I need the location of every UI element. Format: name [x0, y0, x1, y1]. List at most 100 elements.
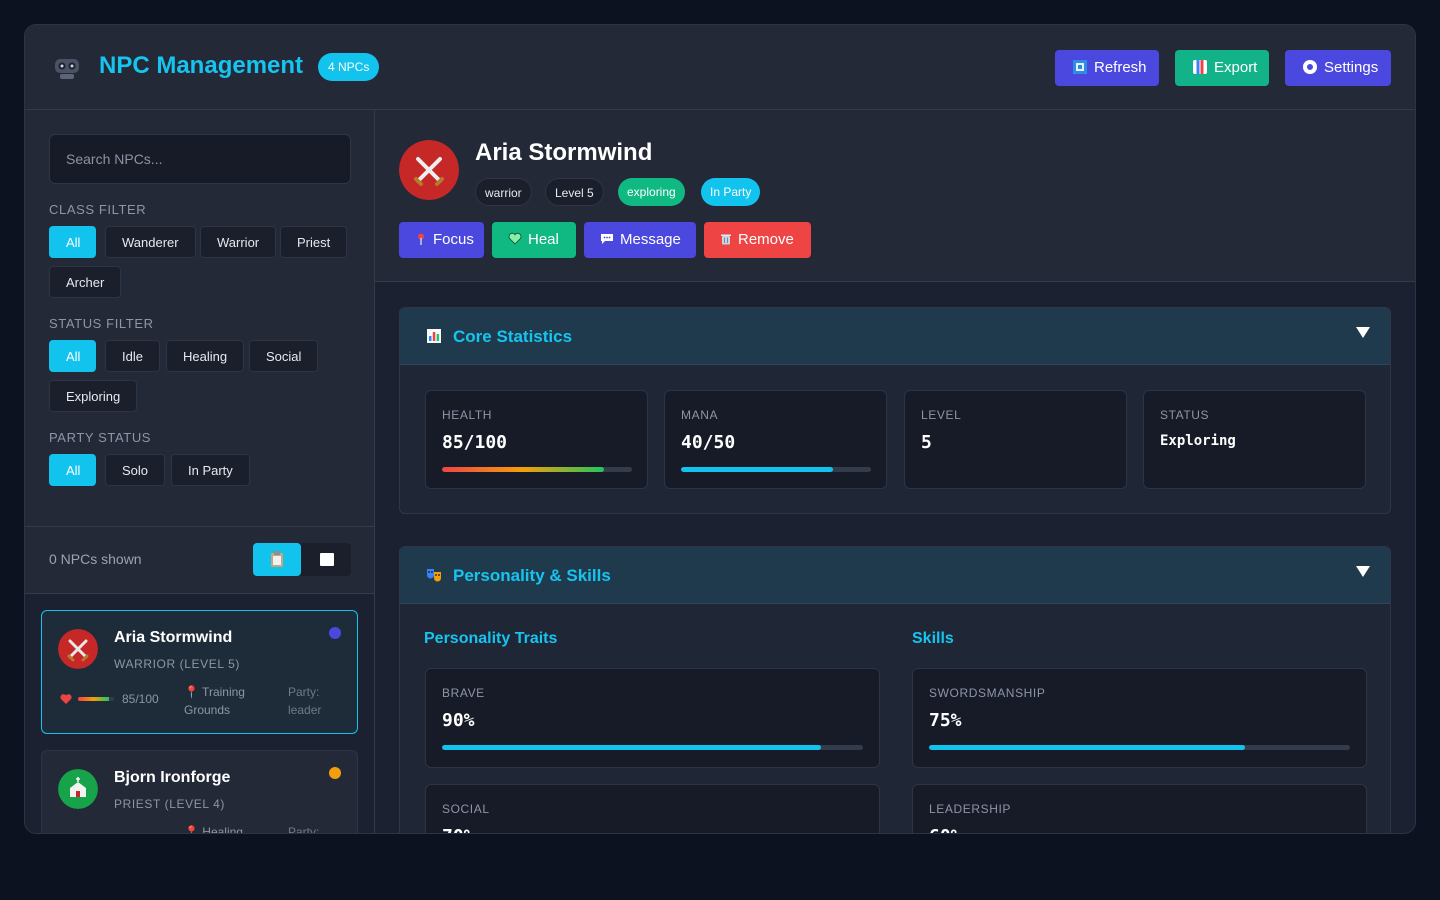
party-filter-all[interactable]: All — [49, 454, 96, 486]
crossed-swords-icon — [399, 140, 459, 200]
view-toggle — [253, 543, 351, 576]
status-dot — [329, 767, 341, 779]
status-filter-idle[interactable]: Idle — [105, 340, 160, 372]
npc-health-text: 85/100 — [122, 692, 159, 706]
party-filter-in-party[interactable]: In Party — [171, 454, 250, 486]
npc-count-badge: 4 NPCs — [318, 53, 380, 81]
remove-button-label: Remove — [738, 231, 794, 248]
grid-view-button[interactable] — [303, 543, 351, 576]
npcs-shown-count: 0 NPCs shown — [49, 551, 142, 567]
heal-button[interactable]: Heal — [492, 222, 576, 258]
skill-bar-fill — [929, 745, 1245, 750]
list-view-button[interactable] — [253, 543, 301, 576]
settings-button[interactable]: Settings — [1285, 50, 1391, 86]
chevron-down-icon[interactable] — [1356, 566, 1370, 577]
mana-bar — [681, 467, 871, 472]
health-stat-card: HEALTH 85/100 — [425, 390, 648, 489]
stat-label: LEVEL — [921, 408, 962, 422]
npc-title: Aria Stormwind — [475, 139, 653, 166]
skill-card-leadership: LEADERSHIP 60% — [912, 784, 1367, 833]
stat-label: STATUS — [1160, 408, 1210, 422]
npc-location: 📍 Healing — [184, 825, 243, 834]
personality-skills-section: Personality & Skills Personality Traits … — [399, 546, 1391, 833]
chevron-down-icon[interactable] — [1356, 327, 1370, 338]
clipboard-icon — [271, 551, 283, 567]
status-filter-social[interactable]: Social — [249, 340, 319, 372]
refresh-button[interactable]: Refresh — [1055, 50, 1159, 86]
grid-square-icon — [320, 553, 334, 566]
status-filter-label: STATUS FILTER — [49, 316, 154, 331]
theater-masks-icon — [427, 569, 441, 582]
trait-bar-fill — [442, 745, 821, 750]
robot-faces-icon — [55, 59, 79, 79]
status-dot — [329, 627, 341, 639]
personality-skills-header[interactable]: Personality & Skills — [400, 547, 1390, 604]
bar-chart-icon — [427, 329, 441, 343]
party-filter-label: PARTY STATUS — [49, 430, 152, 445]
status-tag: exploring — [618, 178, 685, 206]
skill-card-swordsmanship: SWORDSMANSHIP 75% — [912, 668, 1367, 768]
trait-value: 70% — [442, 826, 475, 833]
core-statistics-header[interactable]: Core Statistics — [400, 308, 1390, 365]
party-tag: In Party — [701, 178, 761, 206]
class-filter-warrior[interactable]: Warrior — [200, 226, 277, 258]
sidebar: CLASS FILTER All Wanderer Warrior Priest… — [25, 110, 375, 834]
npc-management-window: NPC Management 4 NPCs Refresh Export Set… — [24, 24, 1416, 834]
level-stat-card: LEVEL 5 — [904, 390, 1127, 489]
skill-value: 60% — [929, 826, 962, 833]
npc-location: 📍 Training Grounds — [184, 685, 245, 717]
focus-button[interactable]: Focus — [399, 222, 484, 258]
personality-traits-title: Personality Traits — [424, 630, 558, 647]
npc-class-level: WARRIOR (LEVEL 5) — [114, 657, 240, 671]
npc-class-level: PRIEST (LEVEL 4) — [114, 797, 225, 811]
export-button-label: Export — [1214, 59, 1258, 76]
npc-name: Bjorn Ironforge — [114, 769, 231, 786]
speech-bubble-icon — [601, 234, 613, 244]
search-input[interactable] — [49, 134, 351, 184]
trait-card-brave: BRAVE 90% — [425, 668, 880, 768]
health-bar-fill — [78, 697, 109, 701]
trash-icon — [721, 234, 731, 245]
class-filter-archer[interactable]: Archer — [49, 266, 122, 298]
party-filter-solo[interactable]: Solo — [105, 454, 166, 486]
health-bar — [78, 697, 114, 701]
npc-card-aria[interactable]: Aria Stormwind WARRIOR (LEVEL 5) 85/100 … — [41, 610, 358, 734]
message-button[interactable]: Message — [584, 222, 696, 258]
stat-label: MANA — [681, 408, 719, 422]
stat-label: HEALTH — [442, 408, 493, 422]
stat-value: Exploring — [1160, 433, 1236, 449]
message-button-label: Message — [620, 231, 681, 248]
skills-title: Skills — [912, 630, 954, 647]
trait-value: 90% — [442, 710, 475, 731]
heal-button-label: Heal — [528, 231, 559, 248]
mana-stat-card: MANA 40/50 — [664, 390, 887, 489]
stat-value: 85/100 — [442, 432, 508, 453]
class-filter-priest[interactable]: Priest — [280, 226, 348, 258]
health-bar-fill — [442, 467, 604, 472]
npc-name: Aria Stormwind — [114, 629, 233, 646]
bar-chart-icon — [1193, 60, 1207, 74]
npc-list: Aria Stormwind WARRIOR (LEVEL 5) 85/100 … — [25, 594, 374, 834]
trait-card-social: SOCIAL 70% — [425, 784, 880, 833]
app-title: NPC Management — [99, 52, 304, 79]
remove-button[interactable]: Remove — [704, 222, 811, 258]
trait-label: BRAVE — [442, 686, 485, 700]
trait-label: SOCIAL — [442, 802, 490, 816]
skill-value: 75% — [929, 710, 962, 731]
npc-detail-header: Aria Stormwind warrior Level 5 exploring… — [375, 110, 1415, 282]
status-stat-card: STATUS Exploring — [1143, 390, 1366, 489]
pin-icon — [418, 233, 424, 245]
status-filter-all[interactable]: All — [49, 340, 96, 372]
stat-value: 5 — [921, 432, 932, 453]
export-button[interactable]: Export — [1175, 50, 1269, 86]
green-heart-icon — [508, 232, 522, 245]
npc-card-bjorn[interactable]: Bjorn Ironforge PRIEST (LEVEL 4) 📍 Heali… — [41, 750, 358, 834]
focus-button-label: Focus — [433, 231, 474, 248]
crossed-swords-icon — [58, 629, 98, 669]
status-filter-exploring[interactable]: Exploring — [49, 380, 138, 412]
npc-party: Party: — [288, 825, 320, 834]
status-filter-healing[interactable]: Healing — [166, 340, 245, 372]
class-filter-all[interactable]: All — [49, 226, 96, 258]
class-filter-wanderer[interactable]: Wanderer — [105, 226, 196, 258]
npc-detail-panel: Aria Stormwind warrior Level 5 exploring… — [375, 110, 1415, 833]
